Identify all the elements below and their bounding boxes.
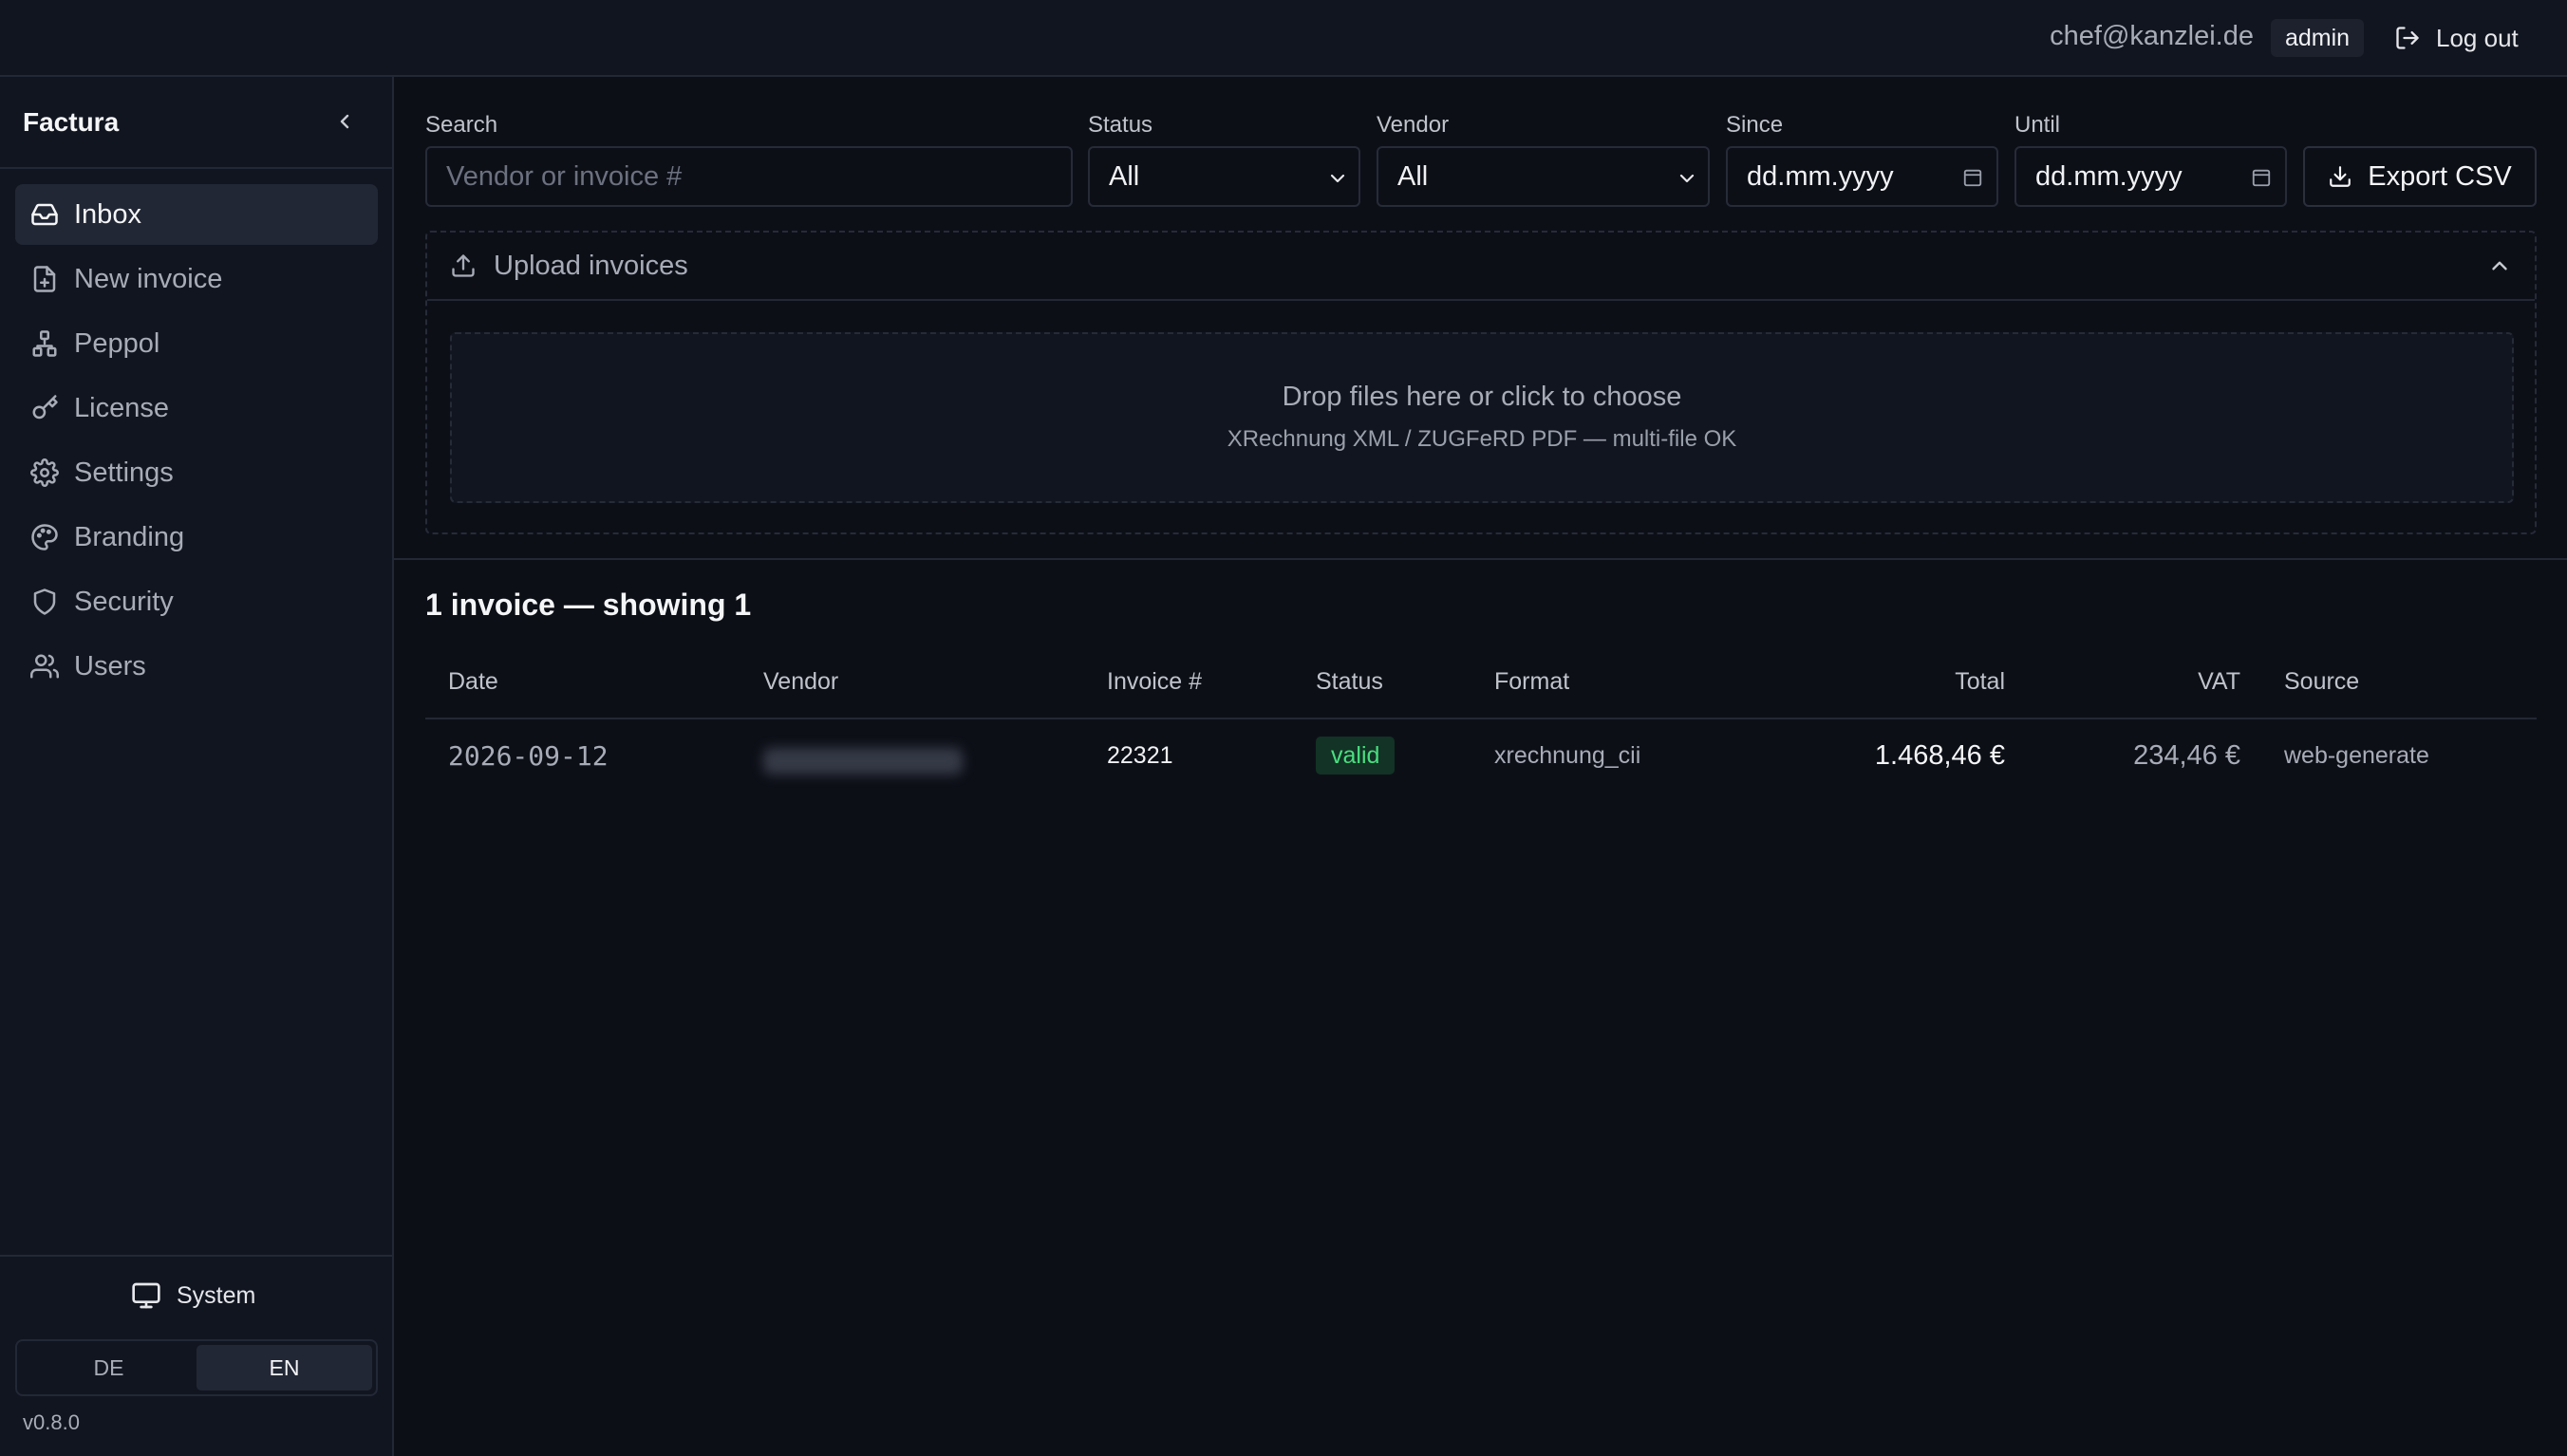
status-select-value: All (1109, 160, 1140, 192)
sidebar-item-users[interactable]: Users (15, 636, 378, 697)
sidebar-item-inbox[interactable]: Inbox (15, 184, 378, 245)
table-row[interactable]: 2026-09-12 22321 valid xrechnung_cii 1.4… (425, 719, 2537, 799)
status-select[interactable]: All (1088, 146, 1360, 207)
cell-vendor-redacted (763, 748, 963, 775)
since-date-input[interactable]: dd.mm.yyyy (1726, 146, 1998, 207)
column-header-vat[interactable]: VAT (2198, 668, 2240, 696)
column-header-total[interactable]: Total (1955, 668, 2005, 696)
cell-invoice-number: 22321 (1107, 742, 1173, 769)
upload-icon (450, 252, 477, 279)
sidebar-item-settings[interactable]: Settings (15, 442, 378, 503)
chevron-up-icon[interactable] (2487, 253, 2512, 278)
column-header-date[interactable]: Date (448, 668, 498, 696)
status-filter-label: Status (1088, 112, 1153, 138)
sidebar-item-license[interactable]: License (15, 378, 378, 439)
search-input[interactable]: Vendor or invoice # (425, 146, 1073, 207)
logout-button[interactable]: Log out (2394, 17, 2519, 59)
app-version: v0.8.0 (23, 1410, 80, 1434)
sidebar-nav: Inbox New invoice Peppol License Setting… (15, 184, 378, 700)
cell-source: web-generate (2284, 742, 2429, 769)
dropzone-subtitle: XRechnung XML / ZUGFeRD PDF — multi-file… (1227, 426, 1737, 452)
monitor-icon (131, 1280, 161, 1311)
language-option-en[interactable]: EN (197, 1345, 372, 1391)
users-icon (30, 652, 59, 681)
collapse-sidebar-button[interactable] (330, 105, 359, 138)
sidebar-item-new-invoice[interactable]: New invoice (15, 249, 378, 309)
chevron-down-icon (1326, 167, 1349, 190)
result-count: 1 invoice — showing 1 (425, 588, 752, 622)
export-csv-button[interactable]: Export CSV (2303, 146, 2537, 207)
sidebar-divider (0, 167, 392, 169)
dropzone-title: Drop files here or click to choose (1282, 382, 1682, 412)
sidebar-item-label: Settings (74, 457, 174, 488)
column-header-vendor[interactable]: Vendor (763, 668, 838, 696)
logout-label: Log out (2436, 23, 2519, 52)
sidebar-item-security[interactable]: Security (15, 571, 378, 632)
sidebar-bottom-divider (0, 1255, 392, 1257)
upload-panel-header[interactable]: Upload invoices (427, 233, 2535, 301)
calendar-icon[interactable] (1962, 167, 1983, 188)
chevron-down-icon (1676, 167, 1698, 190)
cell-total: 1.468,46 € (1874, 740, 2005, 771)
theme-toggle-button[interactable]: System (131, 1280, 255, 1311)
export-csv-label: Export CSV (2368, 160, 2512, 192)
column-header-format[interactable]: Format (1494, 668, 1569, 696)
sidebar-item-label: License (74, 392, 169, 423)
sidebar-item-peppol[interactable]: Peppol (15, 313, 378, 374)
sidebar-item-label: New invoice (74, 263, 223, 294)
shield-icon (30, 588, 59, 616)
sidebar: Factura Inbox New invoice Peppol License… (0, 77, 394, 1456)
sidebar-item-label: Peppol (74, 327, 160, 359)
since-label: Since (1726, 112, 1784, 138)
since-date-placeholder: dd.mm.yyyy (1747, 160, 1894, 192)
role-badge: admin (2271, 19, 2364, 57)
until-date-input[interactable]: dd.mm.yyyy (2014, 146, 2287, 207)
cell-vat: 234,46 € (2133, 740, 2240, 771)
vendor-filter-label: Vendor (1377, 112, 1450, 138)
network-icon (30, 329, 59, 358)
gear-icon (30, 458, 59, 487)
sidebar-item-label: Inbox (74, 198, 141, 230)
section-divider (394, 558, 2567, 560)
until-label: Until (2014, 112, 2061, 138)
download-icon (2328, 164, 2352, 189)
upload-panel: Upload invoices Drop files here or click… (425, 231, 2537, 534)
file-plus-icon (30, 265, 59, 293)
status-badge: valid (1316, 737, 1396, 775)
top-bar: chef@kanzlei.de admin Log out (0, 0, 2567, 77)
upload-panel-title: Upload invoices (494, 250, 688, 281)
language-option-de[interactable]: DE (21, 1345, 197, 1391)
palette-icon (30, 523, 59, 551)
table-header: Date Vendor Invoice # Status Format Tota… (425, 645, 2537, 719)
sidebar-item-label: Users (74, 650, 146, 681)
column-header-status[interactable]: Status (1316, 668, 1383, 696)
brand-name: Factura (23, 107, 120, 137)
logout-icon (2394, 25, 2421, 51)
invoice-table: Date Vendor Invoice # Status Format Tota… (425, 645, 2537, 799)
cell-date: 2026-09-12 (448, 740, 609, 772)
language-switch: DE EN (15, 1339, 378, 1396)
cell-format: xrechnung_cii (1494, 742, 1641, 769)
chevron-left-icon (333, 110, 356, 133)
vendor-select[interactable]: All (1377, 146, 1710, 207)
until-date-placeholder: dd.mm.yyyy (2035, 160, 2183, 192)
column-header-source[interactable]: Source (2284, 668, 2359, 696)
column-header-invoice-number[interactable]: Invoice # (1107, 668, 1202, 696)
calendar-icon[interactable] (2251, 167, 2272, 188)
user-email: chef@kanzlei.de (2050, 21, 2254, 51)
file-dropzone[interactable]: Drop files here or click to choose XRech… (450, 332, 2514, 503)
search-label: Search (425, 112, 498, 138)
inbox-icon (30, 200, 59, 229)
sidebar-item-label: Branding (74, 521, 185, 552)
sidebar-item-branding[interactable]: Branding (15, 507, 378, 568)
theme-label: System (177, 1281, 256, 1309)
sidebar-item-label: Security (74, 586, 174, 617)
key-icon (30, 394, 59, 422)
vendor-select-value: All (1397, 160, 1429, 192)
